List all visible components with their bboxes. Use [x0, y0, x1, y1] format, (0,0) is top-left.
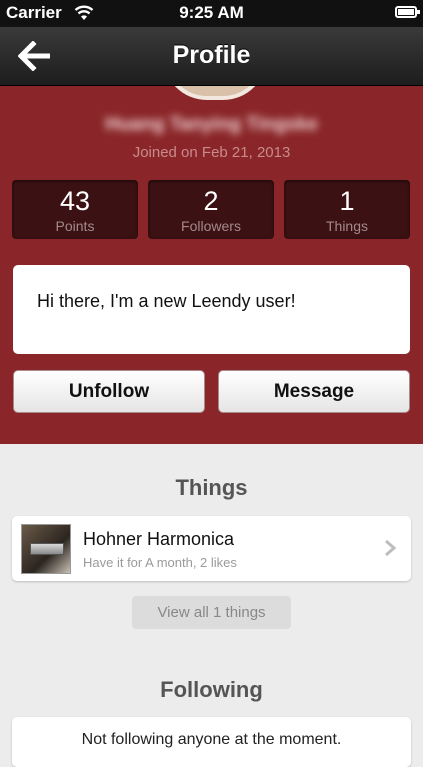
- chevron-right-icon: [385, 539, 397, 557]
- thing-meta: Have it for A month, 2 likes: [83, 555, 237, 570]
- stat-followers-label: Followers: [181, 218, 241, 234]
- list-item-thing[interactable]: Hohner Harmonica Have it for A month, 2 …: [12, 516, 411, 581]
- following-empty-message: Not following anyone at the moment.: [12, 717, 411, 767]
- thing-name: Hohner Harmonica: [83, 529, 235, 549]
- bio-text: Hi there, I'm a new Leendy user!: [13, 265, 410, 354]
- profile-header: Huang Tanying Tingske Joined on Feb 21, …: [0, 56, 423, 444]
- navigation-bar: Profile: [0, 27, 423, 86]
- battery-icon: [395, 6, 420, 18]
- following-section-title: Following: [160, 677, 263, 702]
- unfollow-button[interactable]: Unfollow: [13, 370, 205, 413]
- page-title: Profile: [172, 41, 251, 69]
- things-section-title: Things: [175, 475, 248, 500]
- stat-things-label: Things: [325, 218, 369, 234]
- joined-date: Joined on Feb 21, 2013: [132, 144, 291, 161]
- status-time: 9:25 AM: [179, 3, 244, 22]
- view-all-things-button[interactable]: View all 1 things: [132, 596, 291, 629]
- stat-followers-value: 2: [203, 186, 219, 216]
- stat-points-value: 43: [59, 186, 91, 216]
- harmonica-photo: [21, 524, 71, 574]
- username: Huang Tanying Tingske: [105, 114, 318, 135]
- stat-things[interactable]: 1 Things: [284, 180, 410, 239]
- stat-followers[interactable]: 2 Followers: [148, 180, 274, 239]
- stat-things-value: 1: [339, 186, 355, 216]
- stat-points[interactable]: 43 Points: [12, 180, 138, 239]
- stat-points-label: Points: [55, 218, 95, 234]
- message-button[interactable]: Message: [218, 370, 410, 413]
- zigzag-divider: [0, 436, 423, 444]
- status-bar: Carrier 9:25 AM: [0, 0, 423, 27]
